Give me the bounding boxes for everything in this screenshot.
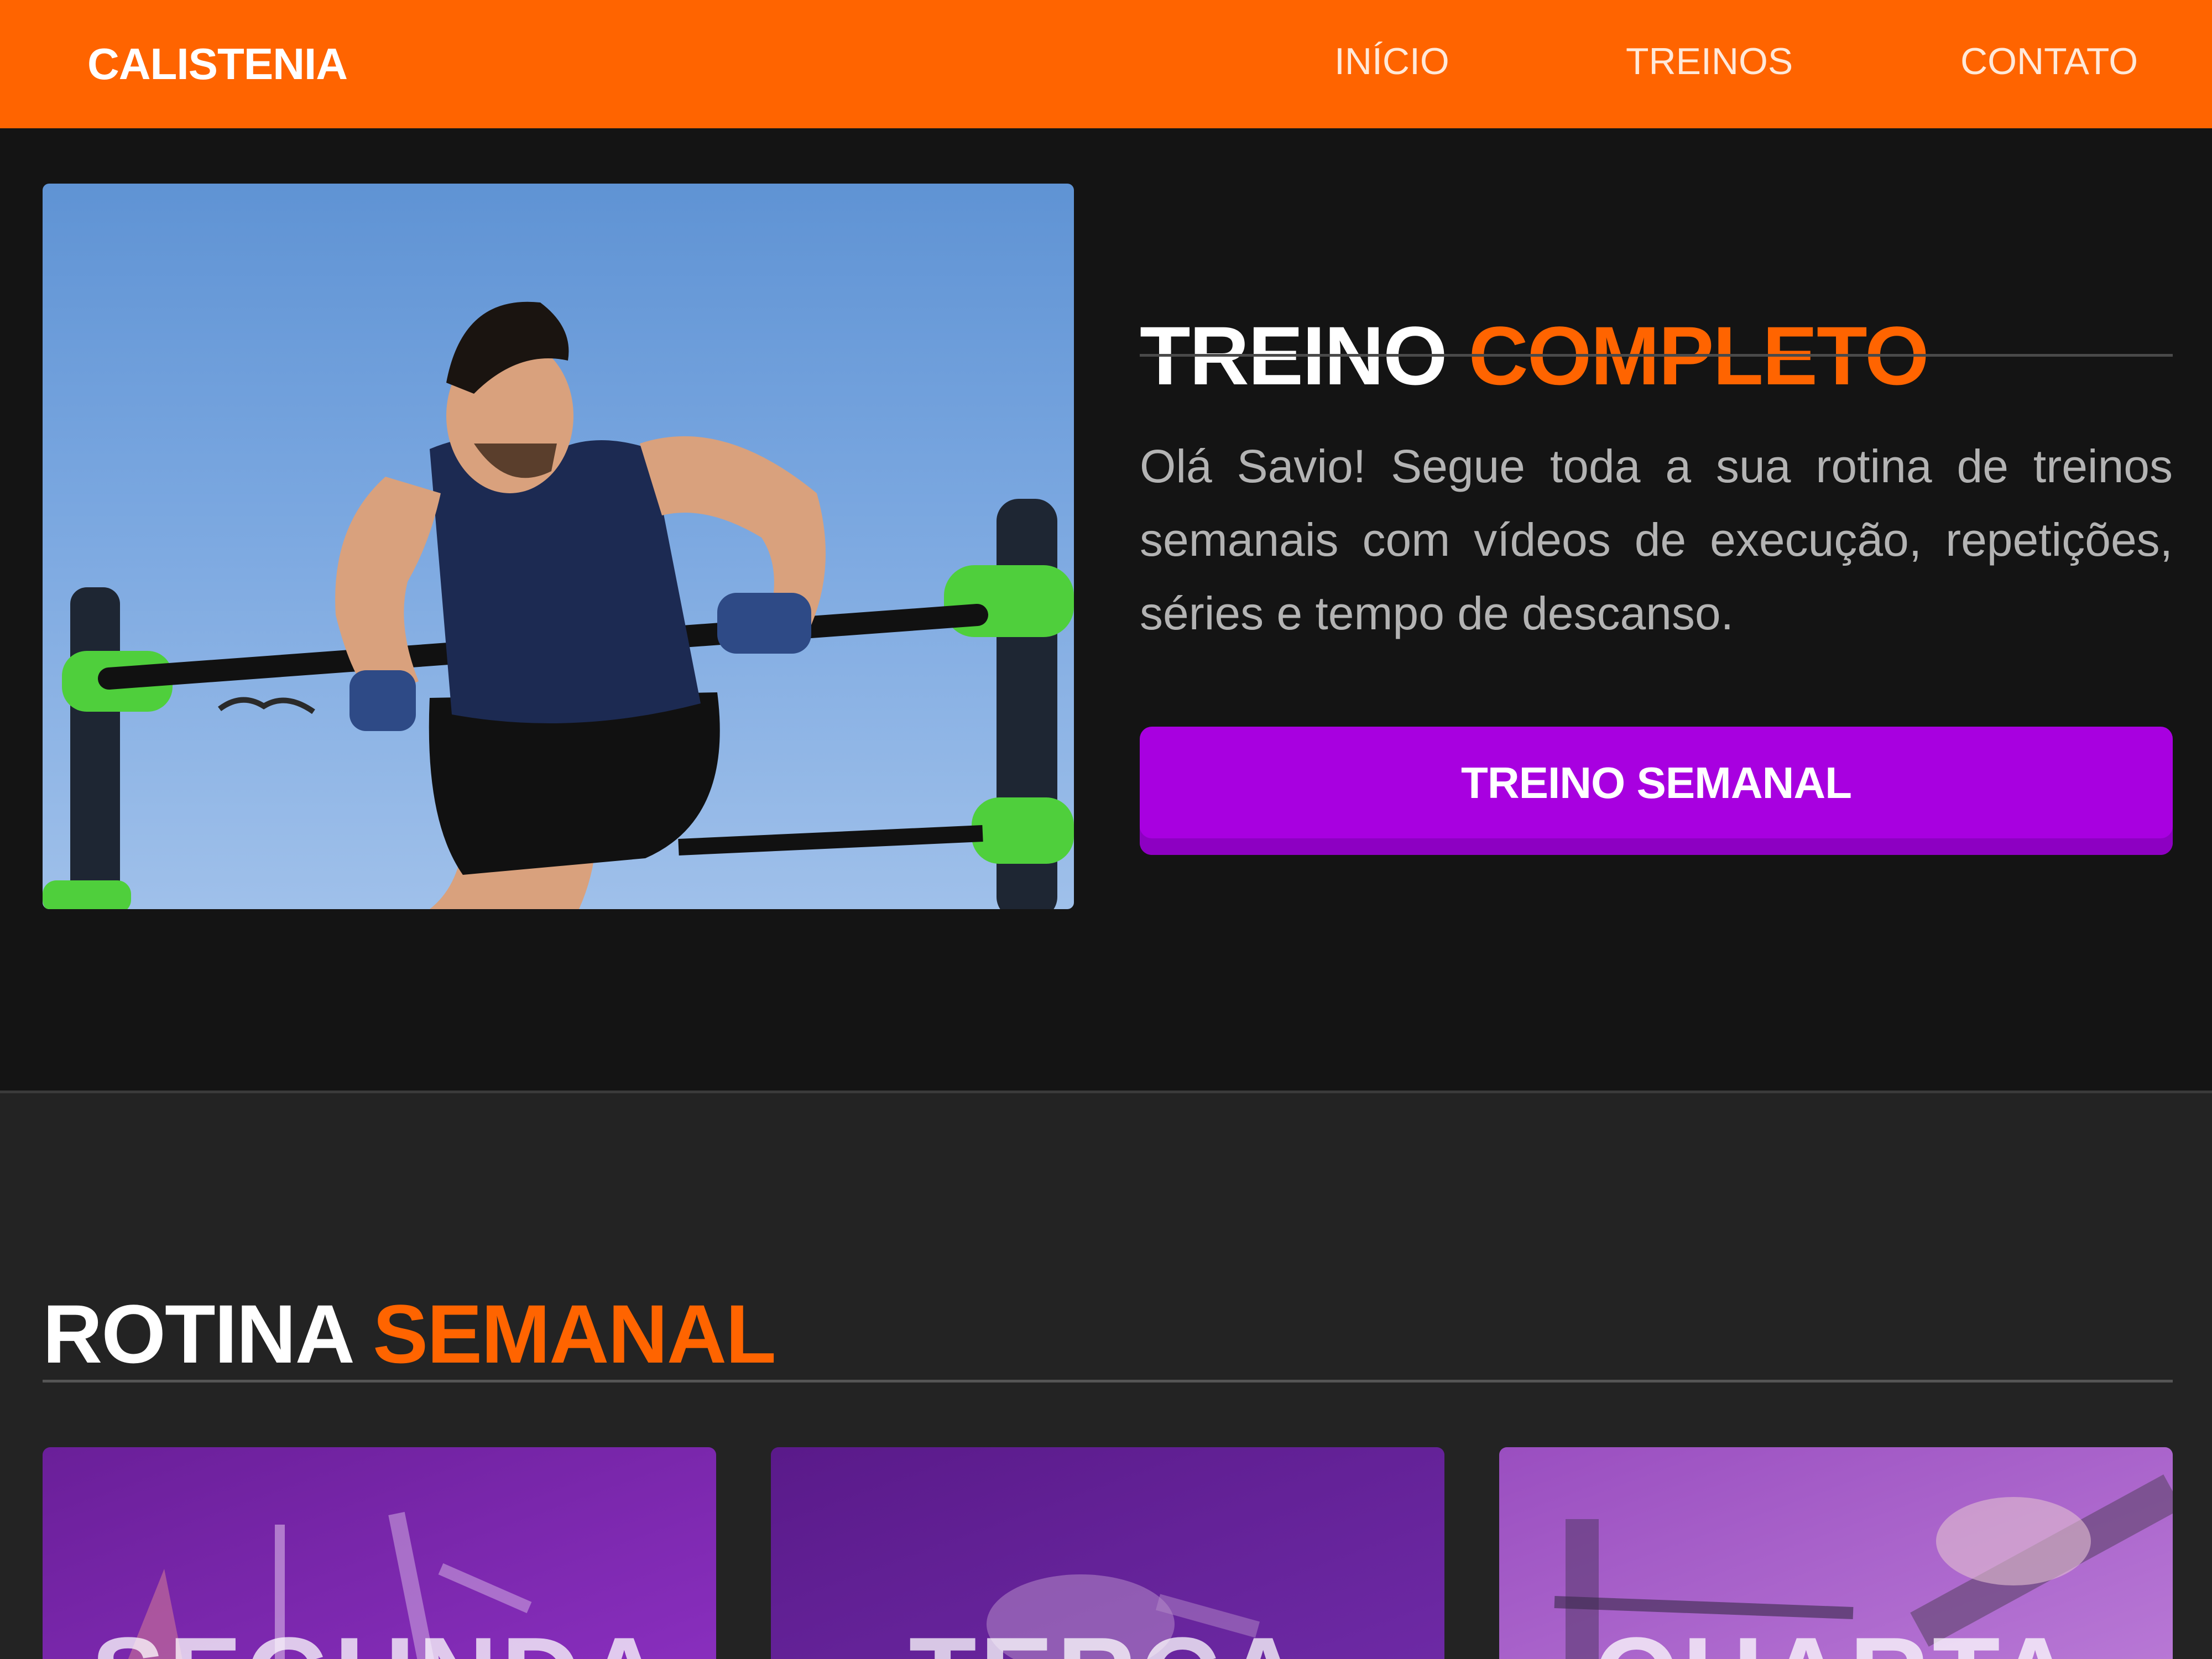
nav-link-inicio[interactable]: INÍCIO (1334, 40, 1449, 83)
hero-section: TREINO COMPLETO Olá Savio! Segue toda a … (0, 128, 2212, 1092)
hero-athlete-photo (43, 184, 1074, 909)
day-label: SEGUNDA (43, 1613, 716, 1659)
hero-description: Olá Savio! Segue toda a sua rotina de tr… (1140, 440, 2173, 639)
routine-title-word: ROTINA (43, 1287, 352, 1380)
nav-link-contato[interactable]: CONTATO (1960, 40, 2138, 83)
athlete-dips-illustration (43, 301, 1074, 909)
top-navbar: CALISTENIA INÍCIO TREINOS CONTATO (0, 0, 2212, 128)
day-card-segunda[interactable]: SEGUNDA (43, 1447, 716, 1659)
page: CALISTENIA INÍCIO TREINOS CONTATO TREINO… (0, 0, 2212, 1659)
routine-title-accent: SEMANAL (373, 1287, 776, 1380)
day-label: TERÇA (771, 1613, 1444, 1659)
brand-logo[interactable]: CALISTENIA (87, 39, 348, 90)
weekly-training-button[interactable]: TREINO SEMANAL (1140, 727, 2173, 855)
day-card-quarta[interactable]: QUARTA (1499, 1447, 2173, 1659)
routine-title-underline (43, 1380, 2173, 1383)
day-label: QUARTA (1499, 1613, 2173, 1659)
day-card-terca[interactable]: TERÇA (771, 1447, 1444, 1659)
routine-title: ROTINA SEMANAL (43, 1292, 776, 1375)
weekly-routine-section: ROTINA SEMANAL SEGUNDA TERÇA (0, 1093, 2212, 1659)
hero-title-underline (1140, 354, 2173, 357)
nav-link-treinos[interactable]: TREINOS (1626, 40, 1793, 83)
